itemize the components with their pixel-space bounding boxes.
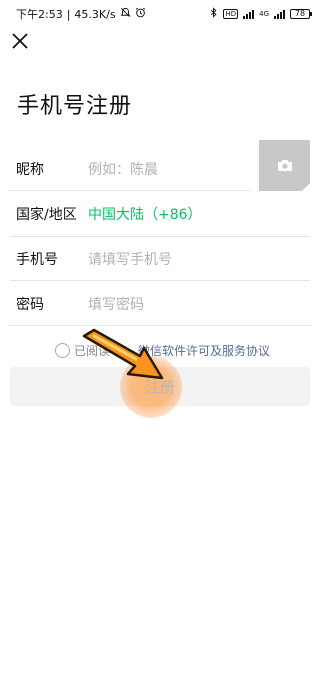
battery-icon: 78 bbox=[290, 9, 312, 19]
phone-label: 手机号 bbox=[16, 251, 58, 268]
region-row[interactable]: 国家/地区 中国大陆（+86） bbox=[10, 191, 310, 236]
status-speed: 45.3K/s bbox=[74, 7, 116, 21]
mute-icon bbox=[120, 7, 131, 21]
status-separator: | bbox=[66, 7, 71, 21]
status-bar: 下午2:53 | 45.3K/s HD 4G 78 bbox=[0, 0, 320, 28]
status-left: 下午2:53 | 45.3K/s bbox=[16, 6, 146, 22]
password-label: 密码 bbox=[16, 296, 44, 313]
password-input[interactable]: 填写密码 bbox=[88, 294, 310, 314]
nickname-label: 昵称 bbox=[16, 161, 44, 178]
avatar-picker[interactable] bbox=[259, 140, 310, 191]
page-title: 手机号注册 bbox=[17, 94, 133, 119]
close-icon bbox=[12, 33, 28, 49]
avatar-corner bbox=[302, 183, 310, 191]
network-type: 4G bbox=[259, 10, 269, 18]
alarm-icon bbox=[135, 7, 146, 21]
close-button[interactable] bbox=[9, 30, 31, 52]
signal-icon-1 bbox=[243, 9, 255, 19]
battery-level: 78 bbox=[294, 9, 306, 18]
hd-icon: HD bbox=[223, 9, 239, 19]
region-label: 国家/地区 bbox=[16, 206, 77, 223]
region-value[interactable]: 中国大陆（+86） bbox=[88, 204, 310, 224]
nickname-row[interactable]: 昵称 例如：陈晨 bbox=[10, 146, 250, 191]
register-button-label: 注册 bbox=[144, 378, 175, 396]
password-row[interactable]: 密码 填写密码 bbox=[10, 281, 310, 326]
phone-input[interactable]: 请填写手机号 bbox=[88, 249, 310, 269]
bluetooth-icon bbox=[210, 7, 218, 21]
signal-icon-2 bbox=[274, 9, 285, 19]
nickname-input[interactable]: 例如：陈晨 bbox=[88, 159, 250, 179]
agree-checkbox[interactable] bbox=[55, 343, 70, 358]
phone-row[interactable]: 手机号 请填写手机号 bbox=[10, 236, 310, 281]
camera-icon bbox=[277, 160, 292, 171]
status-time: 下午2:53 bbox=[16, 8, 63, 21]
status-right: HD 4G 78 bbox=[210, 7, 312, 21]
